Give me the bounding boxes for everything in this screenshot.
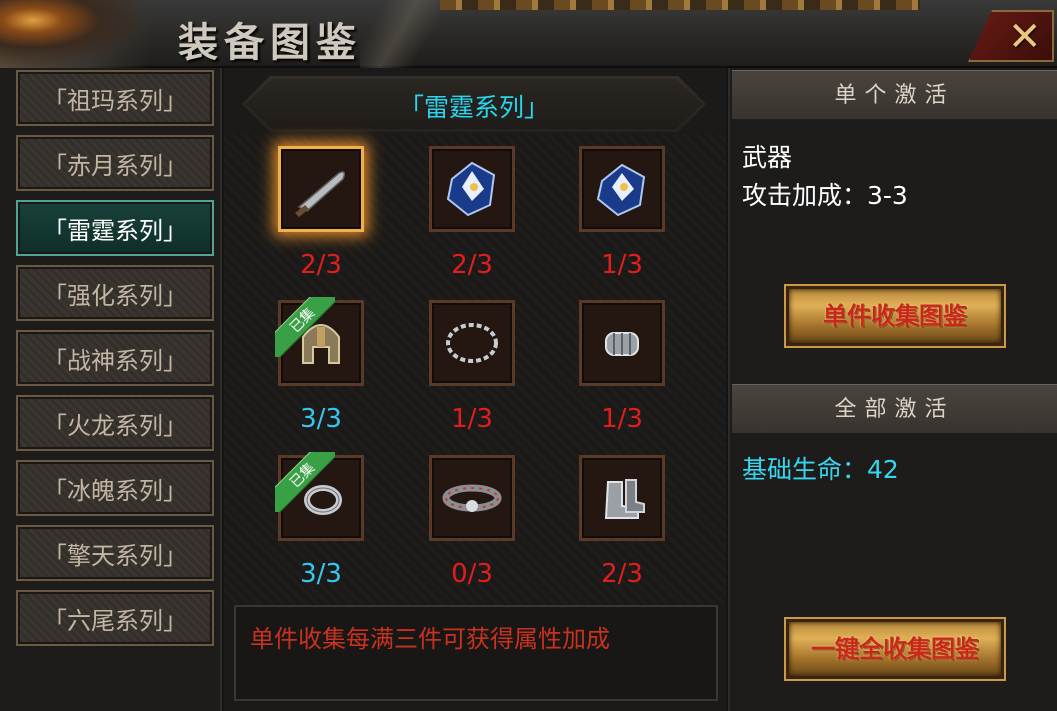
item-count: 3/3 — [300, 404, 342, 434]
item-name: 武器 — [742, 143, 793, 172]
item-slot-3[interactable] — [579, 146, 665, 232]
belt-icon — [442, 484, 502, 512]
series-title: 「雷霆系列」 — [398, 93, 549, 122]
item-slot-helmet[interactable]: 已集 — [275, 297, 364, 386]
close-icon: ✕ — [1008, 14, 1042, 60]
single-collect-button[interactable]: 单件收集图鉴 — [786, 286, 1004, 346]
bracer-icon — [605, 332, 639, 356]
item-count: 1/3 — [601, 250, 643, 280]
item-bonus: 攻击加成：3-3 — [742, 181, 908, 210]
necklace-icon — [446, 323, 498, 363]
window-title: 装备图鉴 — [178, 19, 362, 66]
item-slot-ring[interactable]: 已集 — [275, 452, 364, 541]
tab-huolong[interactable]: 「火龙系列」 — [16, 395, 214, 451]
item-count: 2/3 — [451, 250, 493, 280]
dragon-ornament-icon — [0, 0, 150, 68]
item-count: 1/3 — [601, 404, 643, 434]
item-slot-2[interactable] — [429, 146, 515, 232]
boots-icon — [604, 479, 645, 519]
item-slot-necklace[interactable] — [429, 300, 515, 386]
series-header: 「雷霆系列」 — [242, 76, 706, 132]
blade-icon — [295, 171, 346, 217]
collect-all-button[interactable]: 一键全收集图鉴 — [786, 619, 1004, 679]
tab-zhanshen[interactable]: 「战神系列」 — [16, 330, 214, 386]
single-activate-header: 单个激活 — [732, 70, 1057, 120]
hint-text: 单件收集每满三件可获得属性加成 — [250, 625, 610, 653]
tab-chiyue[interactable]: 「赤月系列」 — [16, 135, 214, 191]
collected-badge: 已集 — [275, 452, 335, 512]
hint-box: 单件收集每满三件可获得属性加成 — [234, 605, 718, 701]
item-slot-boots[interactable] — [579, 455, 665, 541]
item-count: 1/3 — [451, 404, 493, 434]
all-activate-header: 全部激活 — [732, 384, 1057, 434]
item-slot-belt[interactable] — [429, 455, 515, 541]
crystal-ore-icon — [446, 161, 496, 217]
title-bar: 装备图鉴 ✕ — [0, 0, 1057, 68]
tab-liuwei[interactable]: 「六尾系列」 — [16, 590, 214, 646]
item-slot-bracer[interactable] — [579, 300, 665, 386]
close-button[interactable]: ✕ — [968, 10, 1054, 62]
tab-leiting[interactable]: 「雷霆系列」 — [16, 200, 214, 256]
tab-qianghua[interactable]: 「强化系列」 — [16, 265, 214, 321]
item-collection-panel: 「雷霆系列」 2/3 2/3 1/3 已集 3/3 1/3 1/3 已集 3/3… — [224, 68, 726, 711]
tab-bingpo[interactable]: 「冰魄系列」 — [16, 460, 214, 516]
item-count: 0/3 — [451, 559, 493, 589]
all-bonus: 基础生命：42 — [742, 455, 899, 484]
item-count: 3/3 — [300, 559, 342, 589]
tab-zuma[interactable]: 「祖玛系列」 — [16, 70, 214, 126]
series-sidebar: 「祖玛系列」 「赤月系列」 「雷霆系列」 「强化系列」 「战神系列」 「火龙系列… — [0, 68, 222, 711]
collected-badge: 已集 — [275, 297, 335, 357]
item-count: 2/3 — [300, 250, 342, 280]
crystal-ore-icon — [596, 163, 646, 217]
dragon-tail-ornament — [360, 0, 450, 68]
item-slot-weapon[interactable] — [278, 146, 364, 232]
tab-qingtian[interactable]: 「擎天系列」 — [16, 525, 214, 581]
activation-panel: 单个激活 武器 攻击加成：3-3 单件收集图鉴 全部激活 基础生命：42 一键全… — [728, 68, 1057, 711]
title-decoration — [440, 0, 920, 10]
item-count: 2/3 — [601, 559, 643, 589]
